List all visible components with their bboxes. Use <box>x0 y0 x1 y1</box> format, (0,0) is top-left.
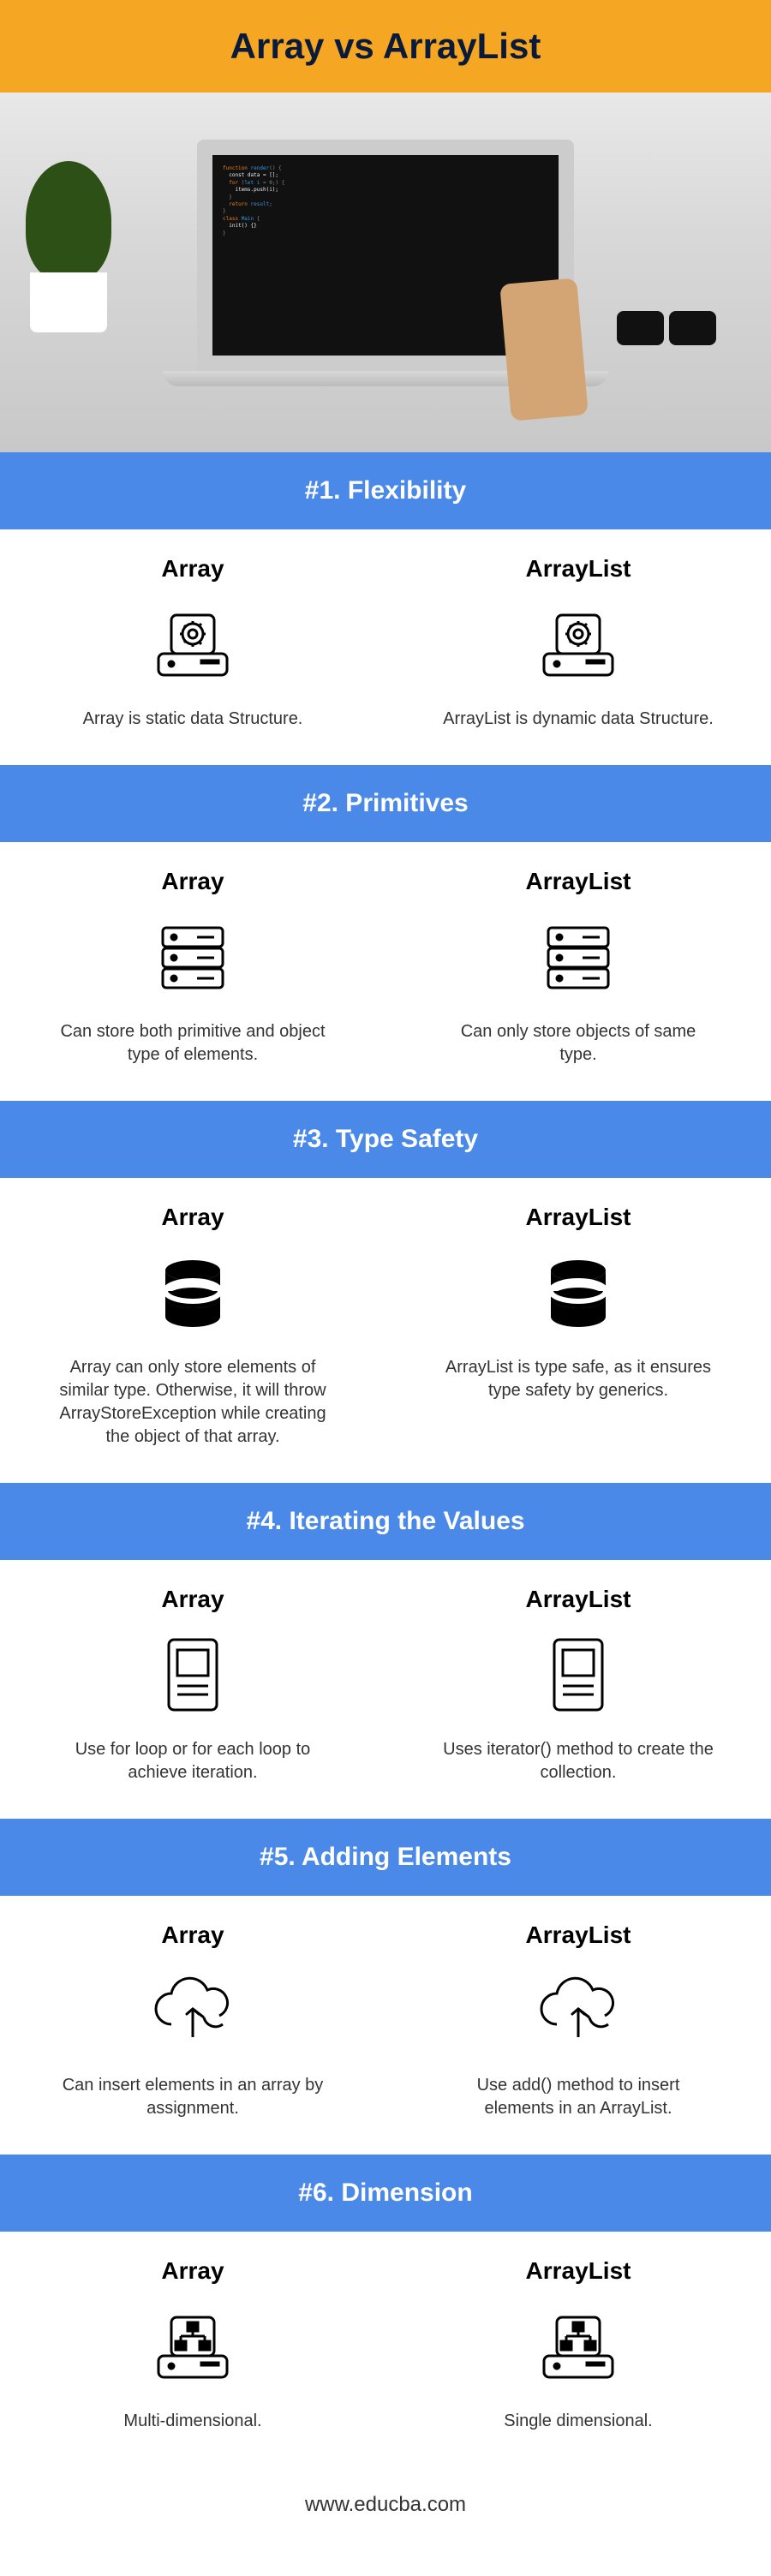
cell-title: ArrayList <box>420 2257 737 2285</box>
cell-description: Can only store objects of same type. <box>441 1020 715 1067</box>
section-band-3: #3. Type Safety <box>0 1101 771 1178</box>
comparison-cell-right: ArrayList Can only store objects of same … <box>386 842 771 1101</box>
comparison-row-2: Array Can store both primitive and object… <box>0 842 771 1101</box>
tablet-icon <box>34 1629 351 1723</box>
cell-title: ArrayList <box>420 1204 737 1231</box>
drive-nodes-icon <box>420 2300 737 2394</box>
cell-title: Array <box>34 1586 351 1613</box>
cloud-arrow-icon <box>420 1964 737 2059</box>
section-band-5: #5. Adding Elements <box>0 1819 771 1896</box>
drive-gear-icon <box>420 598 737 692</box>
cell-description: Use for loop or for each loop to achieve… <box>56 1738 330 1784</box>
stack-bars-icon <box>34 911 351 1005</box>
cell-description: Single dimensional. <box>441 2410 715 2433</box>
hero-image: function render() { const data = []; for… <box>0 93 771 452</box>
cell-description: Array is static data Structure. <box>56 708 330 731</box>
comparison-cell-left: Array Use for loop or for each loop to ac… <box>0 1560 386 1819</box>
cell-title: Array <box>34 555 351 583</box>
cell-description: ArrayList is type safe, as it ensures ty… <box>441 1356 715 1402</box>
comparison-cell-left: Array Multi-dimensional. <box>0 2232 386 2467</box>
section-band-2: #2. Primitives <box>0 765 771 842</box>
comparison-row-4: Array Use for loop or for each loop to ac… <box>0 1560 771 1819</box>
database-icon <box>420 1246 737 1341</box>
footer-url: www.educba.com <box>0 2467 771 2543</box>
comparison-cell-left: Array Can store both primitive and object… <box>0 842 386 1101</box>
comparison-cell-left: Array Array can only store elements of si… <box>0 1178 386 1483</box>
comparison-row-1: ArrayArray is static data Structure.Arra… <box>0 529 771 765</box>
infographic-container: Array vs ArrayList function render() { c… <box>0 0 771 2543</box>
sunglasses-decoration <box>617 311 728 350</box>
comparison-cell-right: ArrayList ArrayList is dynamic data Struc… <box>386 529 771 765</box>
drive-nodes-icon <box>34 2300 351 2394</box>
comparison-cell-right: ArrayList ArrayList is type safe, as it e… <box>386 1178 771 1483</box>
comparison-row-5: Array Can insert elements in an array by … <box>0 1896 771 2155</box>
cell-description: Multi-dimensional. <box>56 2410 330 2433</box>
cell-title: Array <box>34 2257 351 2285</box>
phone-decoration <box>499 278 589 421</box>
cell-title: Array <box>34 868 351 895</box>
cell-title: Array <box>34 1204 351 1231</box>
cell-description: Array can only store elements of similar… <box>56 1356 330 1449</box>
cell-title: ArrayList <box>420 1922 737 1949</box>
section-band-4: #4. Iterating the Values <box>0 1483 771 1560</box>
database-icon <box>34 1246 351 1341</box>
cell-description: ArrayList is dynamic data Structure. <box>441 708 715 731</box>
section-band-6: #6. Dimension <box>0 2155 771 2232</box>
section-band-1: #1. Flexibility <box>0 452 771 529</box>
cell-title: Array <box>34 1922 351 1949</box>
drive-gear-icon <box>34 598 351 692</box>
cell-description: Uses iterator() method to create the col… <box>441 1738 715 1784</box>
cell-description: Can store both primitive and object type… <box>56 1020 330 1067</box>
tablet-icon <box>420 1629 737 1723</box>
comparison-row-6: Array Multi-dimensional. ArrayList Single d… <box>0 2232 771 2467</box>
cell-title: ArrayList <box>420 868 737 895</box>
cloud-arrow-icon <box>34 1964 351 2059</box>
cell-title: ArrayList <box>420 555 737 583</box>
stack-bars-icon <box>420 911 737 1005</box>
comparison-cell-right: ArrayList Use add() method to insert elem… <box>386 1896 771 2155</box>
comparison-cell-left: Array Array is static data Structure. <box>0 529 386 765</box>
comparison-cell-left: Array Can insert elements in an array by … <box>0 1896 386 2155</box>
cell-description: Use add() method to insert elements in a… <box>441 2074 715 2120</box>
comparison-row-3: Array Array can only store elements of si… <box>0 1178 771 1483</box>
cell-title: ArrayList <box>420 1586 737 1613</box>
cell-description: Can insert elements in an array by assig… <box>56 2074 330 2120</box>
comparison-cell-right: ArrayList Single dimensional. <box>386 2232 771 2467</box>
plant-decoration <box>17 161 120 332</box>
comparison-cell-right: ArrayList Uses iterator() method to creat… <box>386 1560 771 1819</box>
page-title: Array vs ArrayList <box>0 0 771 93</box>
